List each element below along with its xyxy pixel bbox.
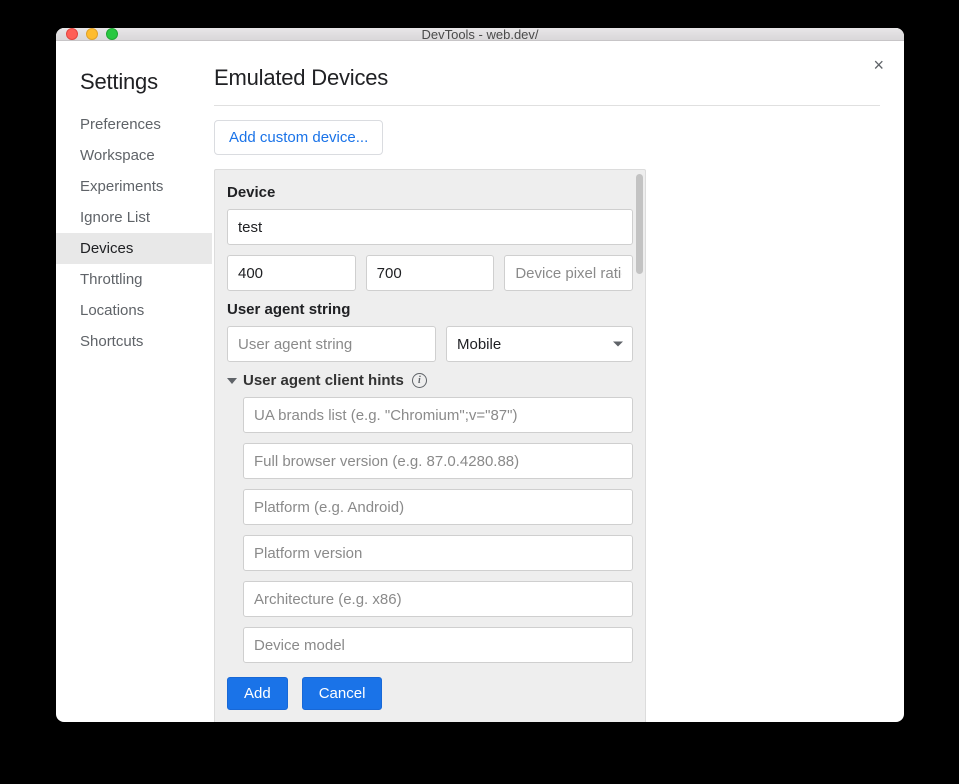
titlebar: DevTools - web.dev/ xyxy=(56,28,904,41)
page-title: Emulated Devices xyxy=(214,65,880,91)
user-agent-input[interactable] xyxy=(227,326,436,362)
add-button[interactable]: Add xyxy=(227,677,288,710)
sidebar-item-experiments[interactable]: Experiments xyxy=(80,171,212,202)
full-browser-version-input[interactable] xyxy=(243,443,633,479)
device-name-input[interactable] xyxy=(227,209,633,245)
sidebar-item-ignore-list[interactable]: Ignore List xyxy=(80,202,212,233)
close-window-button[interactable] xyxy=(66,28,78,40)
info-icon[interactable]: i xyxy=(412,373,427,388)
sidebar-item-locations[interactable]: Locations xyxy=(80,295,212,326)
sidebar-item-shortcuts[interactable]: Shortcuts xyxy=(80,326,212,357)
platform-input[interactable] xyxy=(243,489,633,525)
window-title: DevTools - web.dev/ xyxy=(56,28,904,42)
ua-brands-input[interactable] xyxy=(243,397,633,433)
client-hints-toggle[interactable]: User agent client hints i xyxy=(227,372,633,389)
client-hints-label: User agent client hints xyxy=(243,372,404,389)
settings-content: × Settings Preferences Workspace Experim… xyxy=(56,41,904,722)
client-hints-fields xyxy=(227,397,633,673)
scrollbar[interactable] xyxy=(636,174,643,274)
zoom-window-button[interactable] xyxy=(106,28,118,40)
device-model-input[interactable] xyxy=(243,627,633,663)
sidebar-item-workspace[interactable]: Workspace xyxy=(80,140,212,171)
sidebar-item-devices[interactable]: Devices xyxy=(56,233,212,264)
add-custom-device-button[interactable]: Add custom device... xyxy=(214,120,383,155)
minimize-window-button[interactable] xyxy=(86,28,98,40)
settings-heading: Settings xyxy=(80,69,212,95)
platform-version-input[interactable] xyxy=(243,535,633,571)
divider xyxy=(214,105,880,106)
devtools-window: DevTools - web.dev/ × Settings Preferenc… xyxy=(56,28,904,722)
device-section-label: Device xyxy=(227,184,633,201)
device-type-select[interactable] xyxy=(446,326,633,362)
ua-section-label: User agent string xyxy=(227,301,633,318)
traffic-lights xyxy=(66,28,118,40)
sidebar-item-throttling[interactable]: Throttling xyxy=(80,264,212,295)
triangle-down-icon xyxy=(227,378,237,384)
architecture-input[interactable] xyxy=(243,581,633,617)
settings-main: Emulated Devices Add custom device... De… xyxy=(212,65,880,722)
device-pixel-ratio-input[interactable] xyxy=(504,255,633,291)
settings-sidebar: Settings Preferences Workspace Experimen… xyxy=(80,65,212,722)
device-form: Device User agent string xyxy=(214,169,646,722)
device-height-input[interactable] xyxy=(366,255,495,291)
close-icon[interactable]: × xyxy=(873,55,884,76)
cancel-button[interactable]: Cancel xyxy=(302,677,383,710)
sidebar-item-preferences[interactable]: Preferences xyxy=(80,109,212,140)
device-width-input[interactable] xyxy=(227,255,356,291)
